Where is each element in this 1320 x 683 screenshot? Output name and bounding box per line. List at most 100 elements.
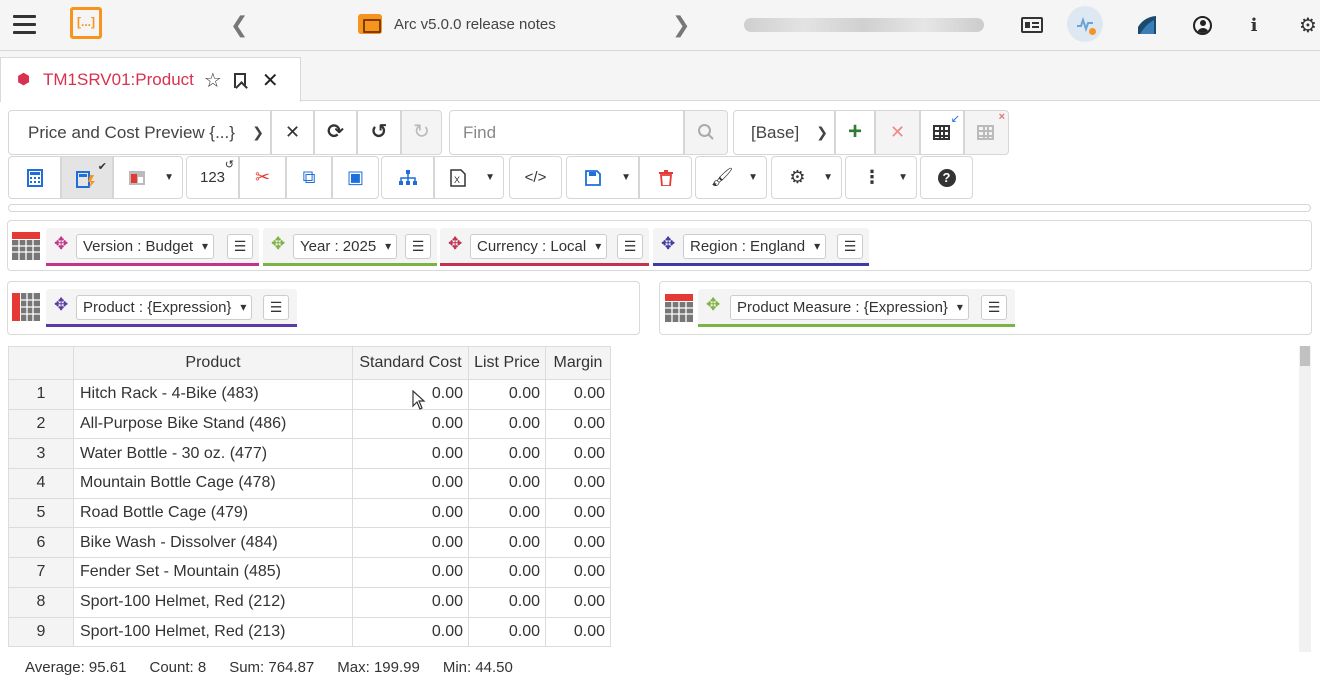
activity-monitor-icon[interactable] xyxy=(1067,6,1103,42)
standard-cost-cell[interactable]: 0.00 xyxy=(352,438,469,470)
row-number[interactable]: 3 xyxy=(8,438,74,470)
grid-remove-button[interactable]: × xyxy=(964,110,1009,155)
standard-cost-cell[interactable]: 0.00 xyxy=(352,557,469,588)
list-icon[interactable]: ☰ xyxy=(837,234,863,259)
app-logo[interactable]: [...] xyxy=(70,7,102,39)
chevron-left-icon[interactable]: ❮ xyxy=(230,12,248,38)
standard-cost-cell[interactable]: 0.00 xyxy=(352,527,469,559)
remove-button[interactable]: ✕ xyxy=(875,110,920,155)
list-price-cell[interactable]: 0.00 xyxy=(468,497,546,529)
delete-button[interactable] xyxy=(639,156,692,199)
list-icon[interactable]: ☰ xyxy=(405,234,431,259)
save-dropdown-button[interactable]: ▼ xyxy=(566,156,639,199)
vertical-scrollbar[interactable] xyxy=(1299,346,1311,652)
base-select[interactable]: [Base] ❯ xyxy=(733,110,835,155)
product-cell[interactable]: Hitch Rack - 4-Bike (483) xyxy=(73,379,353,410)
standard-cost-cell[interactable]: 0.00 xyxy=(352,497,469,529)
list-icon[interactable]: ☰ xyxy=(227,234,253,259)
chevron-right-icon[interactable]: ❯ xyxy=(672,12,690,38)
settings-gear-icon[interactable]: ⚙ xyxy=(1295,12,1320,38)
list-price-cell[interactable]: 0.00 xyxy=(468,616,546,648)
redo-button[interactable]: ↻ xyxy=(401,110,442,155)
hierarchy-button[interactable] xyxy=(381,156,434,199)
currency-select[interactable]: Currency : Local xyxy=(470,234,608,259)
hamburger-menu-icon[interactable] xyxy=(13,15,36,34)
auto-calc-toggle[interactable]: ✔ xyxy=(61,156,113,199)
row-number[interactable]: 2 xyxy=(8,408,74,440)
context-chip-region[interactable]: ✥ Region : England ☰ xyxy=(653,228,869,266)
sail-logo-icon[interactable] xyxy=(1134,12,1160,38)
move-icon[interactable]: ✥ xyxy=(54,234,68,254)
list-price-cell[interactable]: 0.00 xyxy=(468,438,546,470)
region-select[interactable]: Region : England xyxy=(683,234,827,259)
move-icon[interactable]: ✥ xyxy=(54,295,68,315)
list-icon[interactable]: ☰ xyxy=(263,295,289,320)
star-icon[interactable]: ☆ xyxy=(204,68,222,93)
product-cell[interactable]: Sport-100 Helmet, Red (213) xyxy=(73,616,353,648)
copy-button[interactable]: ⧉ xyxy=(286,156,332,199)
row-number[interactable]: 5 xyxy=(8,497,74,529)
move-icon[interactable]: ✥ xyxy=(706,295,720,315)
standard-cost-cell[interactable]: 0.00 xyxy=(352,616,469,648)
help-button[interactable]: ? xyxy=(920,156,973,199)
margin-cell[interactable]: 0.00 xyxy=(545,616,611,648)
standard-cost-cell[interactable]: 0.00 xyxy=(352,468,469,499)
product-rows-select[interactable]: Product : {Expression} xyxy=(76,295,253,320)
close-view-button[interactable]: ✕ xyxy=(271,110,314,155)
margin-cell[interactable]: 0.00 xyxy=(545,497,611,529)
row-number[interactable]: 9 xyxy=(8,616,74,648)
margin-cell[interactable]: 0.00 xyxy=(545,557,611,588)
row-number[interactable]: 8 xyxy=(8,586,74,618)
margin-cell[interactable]: 0.00 xyxy=(545,586,611,618)
columns-chip-product-measure[interactable]: ✥ Product Measure : {Expression} ☰ xyxy=(698,289,1015,327)
list-icon[interactable]: ☰ xyxy=(981,295,1007,320)
product-measure-select[interactable]: Product Measure : {Expression} xyxy=(730,295,969,320)
find-input[interactable]: Find xyxy=(449,110,684,155)
calculator-button[interactable] xyxy=(8,156,61,199)
column-header[interactable]: Margin xyxy=(545,346,611,380)
product-cell[interactable]: All-Purpose Bike Stand (486) xyxy=(73,408,353,440)
standard-cost-cell[interactable]: 0.00 xyxy=(352,408,469,440)
list-price-cell[interactable]: 0.00 xyxy=(468,557,546,588)
format-paint-button[interactable]: 🖌︎ ▼ xyxy=(695,156,767,199)
number-format-button[interactable]: 123 ↺ xyxy=(186,156,239,199)
product-cell[interactable]: Mountain Bottle Cage (478) xyxy=(73,468,353,499)
chart-dropdown-button[interactable]: ▼ xyxy=(113,156,183,199)
margin-cell[interactable]: 0.00 xyxy=(545,379,611,410)
margin-cell[interactable]: 0.00 xyxy=(545,438,611,470)
row-number[interactable]: 1 xyxy=(8,379,74,410)
bookmark-icon[interactable] xyxy=(233,72,246,88)
code-button[interactable]: </> xyxy=(509,156,562,199)
product-cell[interactable]: Water Bottle - 30 oz. (477) xyxy=(73,438,353,470)
rows-chip-product[interactable]: ✥ Product : {Expression} ☰ xyxy=(46,289,297,327)
info-icon[interactable]: i xyxy=(1241,12,1267,38)
margin-cell[interactable]: 0.00 xyxy=(545,408,611,440)
row-number[interactable]: 7 xyxy=(8,557,74,588)
context-chip-year[interactable]: ✥ Year : 2025 ☰ xyxy=(263,228,437,266)
year-select[interactable]: Year : 2025 xyxy=(293,234,398,259)
list-price-cell[interactable]: 0.00 xyxy=(468,408,546,440)
column-header[interactable]: Product xyxy=(73,346,353,380)
export-excel-button[interactable]: X ▼ xyxy=(434,156,504,199)
product-cell[interactable]: Fender Set - Mountain (485) xyxy=(73,557,353,588)
list-icon[interactable]: ☰ xyxy=(617,234,643,259)
release-notes-link[interactable]: Arc v5.0.0 release notes xyxy=(358,14,556,34)
version-select[interactable]: Version : Budget xyxy=(76,234,215,259)
move-icon[interactable]: ✥ xyxy=(271,234,285,254)
standard-cost-cell[interactable]: 0.00 xyxy=(352,586,469,618)
id-card-icon[interactable] xyxy=(1019,12,1045,38)
list-price-cell[interactable]: 0.00 xyxy=(468,379,546,410)
user-account-icon[interactable] xyxy=(1189,12,1215,38)
more-options-button[interactable]: ⋮ ▼ xyxy=(845,156,917,199)
context-chip-currency[interactable]: ✥ Currency : Local ☰ xyxy=(440,228,649,266)
standard-cost-cell[interactable]: 0.00 xyxy=(352,379,469,410)
row-number[interactable]: 4 xyxy=(8,468,74,499)
settings-dropdown-button[interactable]: ⚙ ▼ xyxy=(771,156,842,199)
column-header[interactable]: Standard Cost xyxy=(352,346,469,380)
move-icon[interactable]: ✥ xyxy=(661,234,675,254)
product-cell[interactable]: Road Bottle Cage (479) xyxy=(73,497,353,529)
refresh-button[interactable]: ⟳ xyxy=(314,110,357,155)
grid-expand-button[interactable]: ↙ xyxy=(920,110,964,155)
tab-product-cube[interactable]: ⬢ TM1SRV01:Product ☆ ✕ xyxy=(0,57,301,102)
cut-button[interactable]: ✂ xyxy=(239,156,286,199)
